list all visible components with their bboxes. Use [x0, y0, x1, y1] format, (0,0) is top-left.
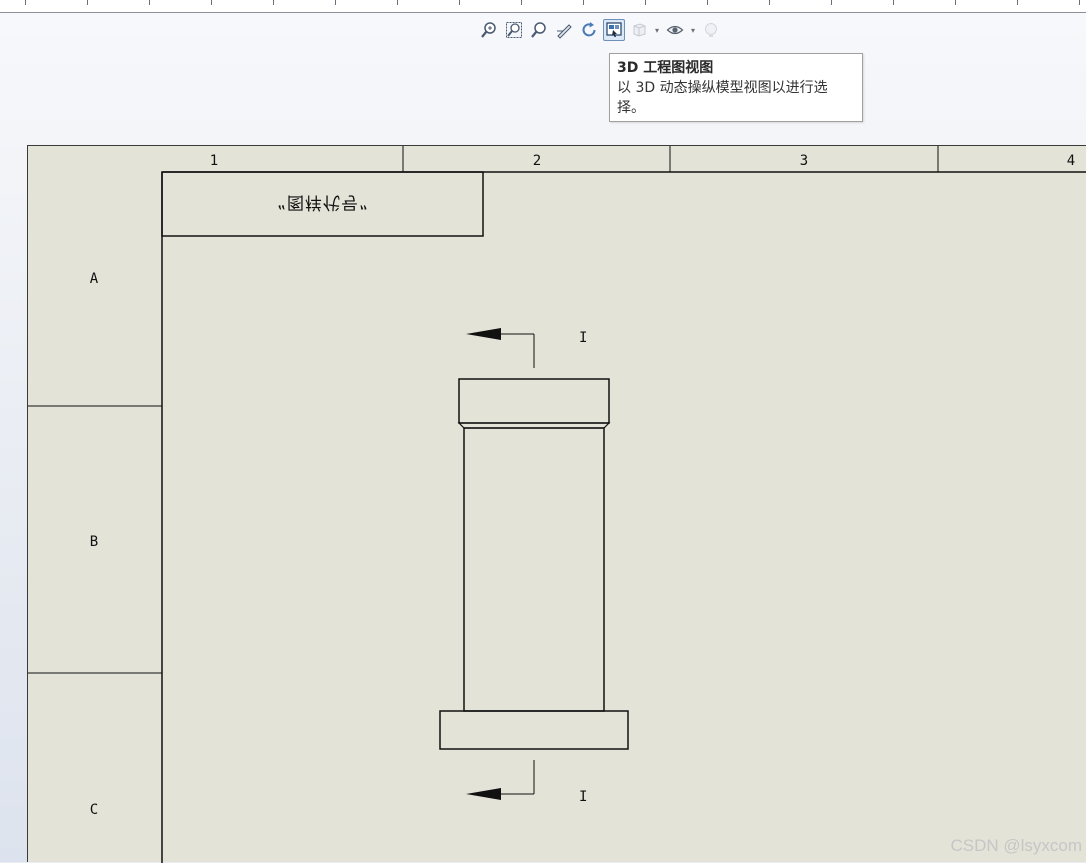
- tooltip-line-1: 以 3D 动态操纵模型视图以进行选: [617, 80, 828, 96]
- part-bottom-flange[interactable]: [439, 710, 629, 750]
- ruler-tick: [335, 0, 336, 5]
- ruler-tick: [1017, 0, 1018, 5]
- zoom-area-icon: [506, 22, 522, 38]
- ruler-tick: [645, 0, 646, 5]
- zoom-to-fit-button[interactable]: [478, 19, 500, 41]
- top-ruler: [0, 0, 1086, 13]
- drawing-sheet[interactable]: 1 2 3 4 A B C I I “图样代号”: [27, 145, 1086, 863]
- ruler-tick: [1079, 0, 1080, 5]
- ruler-tick: [955, 0, 956, 5]
- watermark: CSDN @lsyxcom: [950, 836, 1082, 855]
- ruler-tick: [397, 0, 398, 5]
- hide-show-dropdown-icon[interactable]: ▾: [689, 26, 697, 35]
- ruler-tick: [149, 0, 150, 5]
- ruler-tick: [211, 0, 212, 5]
- part-body[interactable]: [463, 427, 605, 712]
- apply-scene-button[interactable]: [700, 19, 722, 41]
- tooltip-line-2: 择。: [617, 100, 645, 116]
- view-orientation-dropdown-icon[interactable]: ▾: [653, 26, 661, 35]
- heads-up-view-toolbar: ▾ ▾: [478, 18, 722, 42]
- eye-icon: [666, 25, 684, 35]
- hide-show-items-button[interactable]: [664, 19, 686, 41]
- rotate-icon: [582, 22, 596, 37]
- row-label-c: C: [90, 802, 98, 818]
- row-label-b: B: [90, 534, 98, 550]
- ruler-tick: [273, 0, 274, 5]
- tooltip: 3D 工程图视图 以 3D 动态操纵模型视图以进行选 择。: [609, 53, 863, 122]
- zoom-in-out-button[interactable]: [528, 19, 550, 41]
- drawing-number-text: “图样代号”: [277, 192, 369, 212]
- 3d-drawing-view-icon: [606, 22, 622, 37]
- ruler-tick: [769, 0, 770, 5]
- column-label-1: 1: [210, 153, 218, 169]
- ruler-tick: [521, 0, 522, 5]
- zoom-fit-icon: [481, 22, 496, 38]
- ruler-tick: [25, 0, 26, 5]
- column-label-3: 3: [800, 153, 808, 169]
- pan-icon: [557, 24, 572, 39]
- view-orientation-button[interactable]: [628, 19, 650, 41]
- bulb-icon: [705, 23, 717, 37]
- ruler-tick: [459, 0, 460, 5]
- tooltip-title: 3D 工程图视图: [617, 60, 714, 76]
- ruler-tick: [893, 0, 894, 5]
- row-label-a: A: [90, 271, 99, 287]
- ruler-tick: [707, 0, 708, 5]
- ruler-tick: [87, 0, 88, 5]
- section-label-bottom: I: [579, 789, 587, 805]
- column-label-4: 4: [1067, 153, 1075, 169]
- section-label-top: I: [579, 330, 587, 346]
- part-top-flange[interactable]: [458, 378, 610, 424]
- rotate-button[interactable]: [578, 19, 600, 41]
- sheet-drawing: 1 2 3 4 A B C I I: [28, 146, 1086, 863]
- zoom-to-area-button[interactable]: [503, 19, 525, 41]
- 3d-drawing-view-button[interactable]: [603, 19, 625, 41]
- pan-button[interactable]: [553, 19, 575, 41]
- section-arrow-top: [466, 328, 501, 340]
- column-label-2: 2: [533, 153, 541, 169]
- section-arrow-bottom: [466, 788, 501, 800]
- cube-icon: [633, 23, 646, 37]
- ruler-tick: [583, 0, 584, 5]
- ruler-tick: [831, 0, 832, 5]
- zoom-in-out-icon: [531, 22, 546, 38]
